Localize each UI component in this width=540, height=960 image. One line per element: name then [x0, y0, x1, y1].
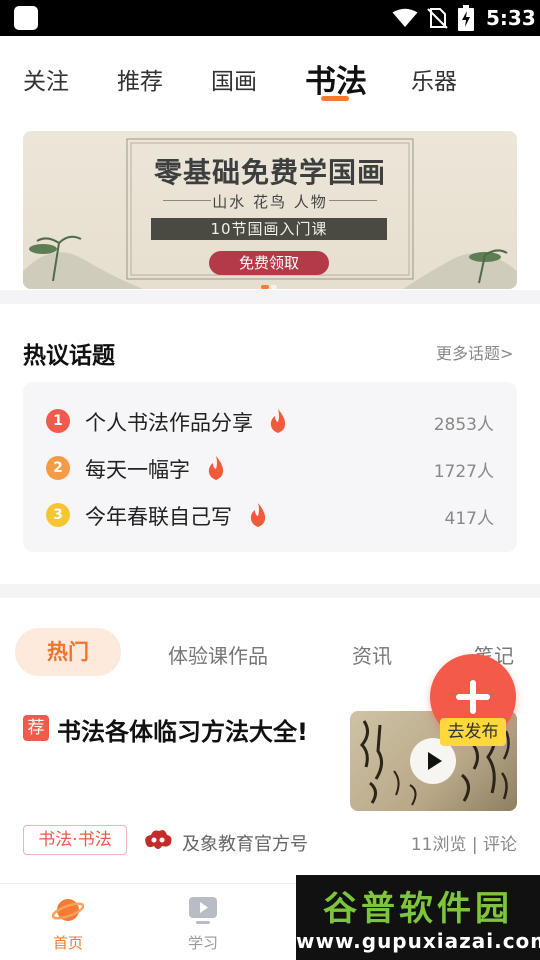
topic-name: 今年春联自己写 [85, 505, 232, 529]
article-title[interactable]: 书法各体临习方法大全! [57, 712, 308, 747]
rank-badge: 1 [46, 409, 70, 433]
tab-follow[interactable]: 关注 [23, 62, 69, 96]
recommended-badge: 荐 [23, 715, 49, 741]
status-time: 5:33 [486, 6, 536, 30]
author-logo-icon [145, 830, 172, 849]
status-bar: 5:33 [0, 0, 540, 36]
category-tabs: 关注 推荐 国画 书法 乐器 [0, 36, 540, 120]
active-tab-indicator [321, 96, 349, 101]
hot-topics-card: 1 个人书法作品分享 2853人 2 每天一幅字 1727人 3 今年春联自己写… [23, 382, 517, 552]
wifi-icon [392, 8, 418, 27]
feed-tab-trial-works[interactable]: 体验课作品 [168, 640, 268, 669]
topic-count: 1727人 [433, 462, 494, 482]
banner-claim-button[interactable]: 免费领取 [209, 251, 329, 275]
feed-tab-hot[interactable]: 热门 [15, 628, 121, 676]
play-video-icon[interactable] [187, 894, 219, 926]
more-topics-link[interactable]: 更多话题> [436, 340, 513, 364]
play-icon [428, 752, 442, 770]
app-notification-icon [14, 6, 38, 30]
topic-item[interactable]: 2 每天一幅字 1727人 [23, 453, 517, 483]
banner-subtitle: 山水 花鸟 人物 [212, 193, 328, 211]
publish-label[interactable]: 去发布 [440, 718, 506, 746]
topic-name: 每天一幅字 [85, 458, 190, 482]
article-tag[interactable]: 书法·书法 [23, 825, 127, 855]
rank-badge: 3 [46, 503, 70, 527]
section-separator [0, 290, 540, 304]
hot-topics-title: 热议话题 [23, 343, 115, 369]
section-separator [0, 584, 540, 598]
tab-instruments[interactable]: 乐器 [411, 62, 457, 96]
watermark: 谷普软件园 www.gupuxiazai.com [296, 875, 540, 960]
flame-icon [270, 409, 286, 433]
nav-study-label[interactable]: 学习 [188, 932, 218, 953]
watermark-url: www.gupuxiazai.com [296, 929, 540, 953]
article-stats: 11浏览 | 评论 [410, 835, 517, 855]
watermark-title: 谷普软件园 [323, 889, 513, 929]
tab-recommend[interactable]: 推荐 [117, 62, 163, 96]
author-name[interactable]: 及象教育官方号 [182, 830, 308, 856]
banner-pagination [261, 274, 279, 289]
topic-count: 2853人 [433, 415, 494, 435]
banner-course-label: 10节国画入门课 [151, 218, 387, 240]
planet-icon[interactable] [52, 894, 84, 926]
promo-banner[interactable]: 零基础免费学国画 山水 花鸟 人物 10节国画入门课 免费领取 [23, 131, 517, 289]
flame-icon [250, 503, 266, 527]
topic-name: 个人书法作品分享 [85, 411, 253, 435]
banner-divider [329, 200, 377, 201]
tab-calligraphy[interactable]: 书法 [305, 56, 367, 101]
tab-chinese-painting[interactable]: 国画 [211, 62, 257, 96]
no-sim-icon [427, 8, 448, 29]
rank-badge: 2 [46, 456, 70, 480]
battery-charging-icon [458, 5, 474, 31]
topic-count: 417人 [444, 509, 494, 529]
nav-home-label[interactable]: 首页 [53, 932, 83, 953]
feed-tab-news[interactable]: 资讯 [352, 640, 392, 669]
topic-item[interactable]: 1 个人书法作品分享 2853人 [23, 406, 517, 436]
flame-icon [208, 456, 224, 480]
topic-item[interactable]: 3 今年春联自己写 417人 [23, 500, 517, 530]
banner-title: 零基础免费学国画 [153, 156, 386, 189]
